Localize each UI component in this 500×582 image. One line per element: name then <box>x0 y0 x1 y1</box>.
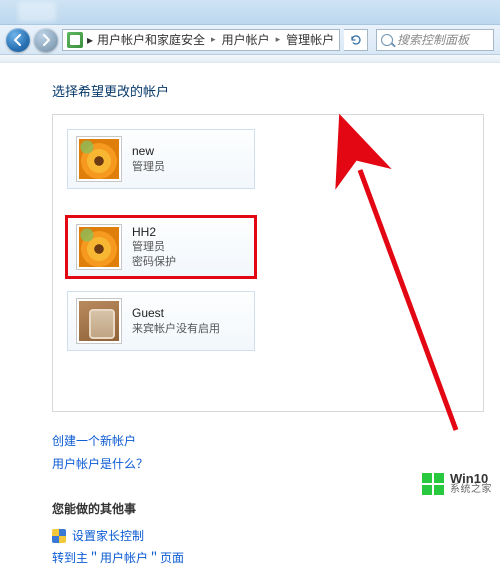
flower-icon <box>79 227 119 267</box>
account-name: new <box>132 143 165 159</box>
search-placeholder: 搜索控制面板 <box>397 31 469 48</box>
window-titlebar <box>0 0 500 25</box>
forward-button[interactable] <box>34 28 58 52</box>
other-tasks-heading: 您能做的其他事 <box>52 500 484 517</box>
link-main-accounts[interactable]: 转到主＂用户帐户＂页面 <box>52 547 184 570</box>
avatar <box>76 224 122 270</box>
crumb-item-0[interactable]: 用户帐户和家庭安全 <box>97 31 205 48</box>
link-whatis-account[interactable]: 用户帐户是什么？ <box>52 453 484 476</box>
account-role: 管理员 <box>132 160 165 175</box>
crumb-item-1[interactable]: 用户帐户 <box>222 31 270 48</box>
breadcrumb[interactable]: ▸ 用户帐户和家庭安全 ▸ 用户帐户 ▸ 管理帐户 <box>62 29 340 51</box>
crumb-chevron: ▸ <box>87 33 93 47</box>
watermark: Win10 系统之家 <box>422 472 492 495</box>
accounts-panel: new 管理员 HH2 管理员 密码保护 Guest 来宾帐户没有启用 <box>52 114 484 412</box>
back-button[interactable] <box>6 28 30 52</box>
account-name: HH2 <box>132 224 176 240</box>
account-role: 来宾帐户没有启用 <box>132 322 220 337</box>
arrow-left-icon <box>12 34 24 46</box>
account-tile-hh2[interactable]: HH2 管理员 密码保护 <box>67 217 255 277</box>
shield-icon <box>52 529 66 543</box>
content-area: 选择希望更改的帐户 new 管理员 HH2 管理员 密码保护 <box>0 63 500 582</box>
control-panel-icon <box>67 32 83 48</box>
account-tile-guest[interactable]: Guest 来宾帐户没有启用 <box>67 291 255 351</box>
suitcase-icon <box>79 301 119 341</box>
refresh-button[interactable] <box>344 29 368 51</box>
flower-icon <box>79 139 119 179</box>
other-tasks-list: 设置家长控制 转到主＂用户帐户＂页面 <box>52 525 484 571</box>
link-parental-controls[interactable]: 设置家长控制 <box>72 525 144 548</box>
link-create-account[interactable]: 创建一个新帐户 <box>52 430 484 453</box>
search-icon <box>381 34 393 46</box>
watermark-line2: 系统之家 <box>450 485 492 495</box>
account-name: Guest <box>132 305 220 321</box>
account-meta: HH2 管理员 密码保护 <box>132 224 176 270</box>
refresh-icon <box>350 34 362 46</box>
crumb-sep: ▸ <box>209 34 218 45</box>
arrow-right-icon <box>40 34 52 46</box>
account-meta: new 管理员 <box>132 143 165 174</box>
search-input[interactable]: 搜索控制面板 <box>376 29 494 51</box>
account-role: 管理员 <box>132 240 176 255</box>
windows-logo-icon <box>422 473 444 495</box>
window-icon-blur <box>18 2 56 22</box>
account-extra: 密码保护 <box>132 255 176 270</box>
crumb-item-2[interactable]: 管理帐户 <box>286 31 334 48</box>
crumb-sep: ▸ <box>274 34 283 45</box>
account-tile-new[interactable]: new 管理员 <box>67 129 255 189</box>
account-meta: Guest 来宾帐户没有启用 <box>132 305 220 336</box>
avatar <box>76 298 122 344</box>
account-links: 创建一个新帐户 用户帐户是什么？ <box>52 430 484 476</box>
nav-bar: ▸ 用户帐户和家庭安全 ▸ 用户帐户 ▸ 管理帐户 搜索控制面板 <box>0 25 500 55</box>
page-heading: 选择希望更改的帐户 <box>52 81 484 100</box>
toolbar-strip <box>0 55 500 63</box>
avatar <box>76 136 122 182</box>
